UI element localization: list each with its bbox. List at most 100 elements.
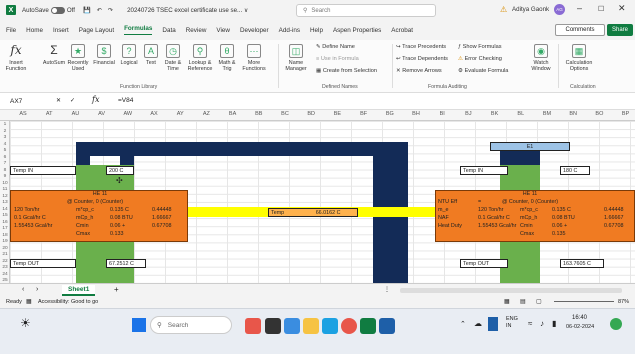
right-hx-cell[interactable]: mCp_h bbox=[520, 214, 537, 222]
left-hx-cell[interactable]: 0.67708 bbox=[152, 222, 172, 230]
column-header[interactable]: AV bbox=[89, 111, 115, 117]
column-header[interactable]: BL bbox=[508, 111, 534, 117]
row-header[interactable]: 14 bbox=[0, 207, 10, 212]
tab-review[interactable]: Review bbox=[186, 27, 207, 34]
tab-add-ins[interactable]: Add-ins bbox=[279, 27, 300, 34]
row-header[interactable]: 7 bbox=[0, 161, 10, 166]
insert-function-button[interactable]: fx Insert Function bbox=[4, 44, 28, 72]
column-header[interactable]: AU bbox=[62, 111, 88, 117]
tab-insert[interactable]: Insert bbox=[53, 27, 69, 34]
warning-icon[interactable]: ⚠ bbox=[500, 5, 507, 14]
row-header[interactable]: 16 bbox=[0, 220, 10, 225]
row-header[interactable]: 23 bbox=[0, 265, 10, 270]
column-header[interactable]: AS bbox=[10, 111, 36, 117]
watch-window-button[interactable]: ◉ Watch Window bbox=[528, 44, 554, 72]
column-header[interactable]: BB bbox=[246, 111, 272, 117]
define-name-button[interactable]: ✎ Define Name bbox=[316, 44, 355, 50]
tab-developer[interactable]: Developer bbox=[240, 27, 269, 34]
zoom-level[interactable]: 87% bbox=[618, 299, 629, 305]
row-header[interactable]: 19 bbox=[0, 239, 10, 244]
right-hx-cell[interactable]: NAF bbox=[438, 214, 449, 222]
tray-app-icon[interactable] bbox=[488, 317, 498, 331]
column-header[interactable]: BP bbox=[613, 111, 635, 117]
name-manager-button[interactable]: ◫ Name Manager bbox=[282, 44, 310, 72]
file-name[interactable]: 20240726 TSEC excel certificate use se..… bbox=[127, 7, 248, 14]
tab-page-layout[interactable]: Page Layout bbox=[79, 27, 114, 34]
left-hx-cell[interactable]: 120 Ton/hr bbox=[14, 206, 39, 214]
column-header[interactable]: BM bbox=[534, 111, 560, 117]
row-header[interactable]: 2 bbox=[0, 129, 10, 134]
right-hx-cell[interactable]: Cmax bbox=[520, 230, 534, 238]
next-sheet-icon[interactable]: › bbox=[36, 286, 38, 293]
text-button[interactable]: A Text bbox=[142, 44, 160, 66]
column-header[interactable]: AY bbox=[167, 111, 193, 117]
right-hx-cell[interactable]: m*cp_c bbox=[520, 206, 538, 214]
math-trig-button[interactable]: θ Math & Trig bbox=[216, 44, 238, 72]
recently-used-button[interactable]: ★ Recently Used bbox=[66, 44, 90, 72]
accessibility-status[interactable]: Accessibility: Good to go bbox=[38, 299, 98, 305]
row-header[interactable]: 1 bbox=[0, 122, 10, 127]
row-header[interactable]: 10 bbox=[0, 181, 10, 186]
column-header[interactable]: AW bbox=[115, 111, 141, 117]
add-sheet-icon[interactable]: + bbox=[114, 285, 119, 294]
column-header[interactable]: BG bbox=[377, 111, 403, 117]
clock-date[interactable]: 06-02-2024 bbox=[566, 324, 594, 330]
file-explorer-icon[interactable] bbox=[303, 318, 319, 334]
trace-precedents-button[interactable]: ↪ Trace Precedents bbox=[396, 44, 446, 50]
edge-icon[interactable] bbox=[322, 318, 338, 334]
search-box[interactable]: ⚲ Search bbox=[296, 4, 436, 17]
right-hx-cell[interactable]: Cmin bbox=[520, 222, 533, 230]
row-header[interactable]: 5 bbox=[0, 148, 10, 153]
clock-time[interactable]: 16:40 bbox=[572, 315, 587, 321]
tab-help[interactable]: Help bbox=[310, 27, 323, 34]
left-hx-cell[interactable]: 1.66667 bbox=[152, 214, 172, 222]
left-hx-cell[interactable]: 0.1 Gcal/hr C bbox=[14, 214, 46, 222]
row-header[interactable]: 21 bbox=[0, 252, 10, 257]
row-header[interactable]: 4 bbox=[0, 142, 10, 147]
column-header[interactable]: BK bbox=[482, 111, 508, 117]
left-hx-cell[interactable]: Cmin bbox=[76, 222, 89, 230]
right-temp-in-label[interactable]: Temp IN bbox=[460, 166, 508, 175]
sheet-tab-sheet1[interactable]: Sheet1 bbox=[62, 285, 96, 296]
zoom-slider[interactable] bbox=[554, 301, 614, 302]
row-header[interactable]: 11 bbox=[0, 187, 10, 192]
show-formulas-button[interactable]: ƒ Show Formulas bbox=[458, 44, 502, 50]
left-hx-cell[interactable]: 0.06 + bbox=[110, 222, 125, 230]
left-hx-cell[interactable]: m*cp_c bbox=[76, 206, 94, 214]
right-hx-cell[interactable]: 0.135 C bbox=[552, 206, 571, 214]
row-header[interactable]: 15 bbox=[0, 213, 10, 218]
trace-dependents-button[interactable]: ↩ Trace Dependents bbox=[396, 56, 448, 62]
column-header[interactable]: BJ bbox=[455, 111, 481, 117]
column-header[interactable]: BF bbox=[351, 111, 377, 117]
row-header[interactable]: 6 bbox=[0, 155, 10, 160]
cloud-icon[interactable]: ☁ bbox=[474, 319, 482, 328]
weather-icon[interactable]: ☀ bbox=[20, 316, 31, 330]
row-header[interactable]: 20 bbox=[0, 246, 10, 251]
right-temp-out-label[interactable]: Temp OUT bbox=[460, 259, 508, 268]
left-hx-cell[interactable]: 0.135 C bbox=[110, 206, 129, 214]
column-header[interactable]: AT bbox=[36, 111, 62, 117]
right-hx-cell[interactable]: 1.55453 Gcal/hr bbox=[478, 222, 516, 230]
calculation-options-button[interactable]: ▦ Calculation Options bbox=[562, 44, 596, 72]
column-header[interactable]: BO bbox=[586, 111, 612, 117]
macro-icon[interactable]: ▦ bbox=[26, 298, 32, 305]
remove-arrows-button[interactable]: ✕ Remove Arrows bbox=[396, 68, 442, 74]
row-header[interactable]: 8 bbox=[0, 168, 10, 173]
undo-icon[interactable]: ↶ bbox=[97, 7, 102, 14]
normal-view-icon[interactable]: ▦ bbox=[504, 298, 510, 305]
middle-temp-cell[interactable]: Temp 66.0162 C bbox=[268, 208, 358, 217]
tab-aspen-properties[interactable]: Aspen Properties bbox=[333, 27, 381, 34]
app-icon-1[interactable] bbox=[245, 318, 261, 334]
column-header[interactable]: AX bbox=[141, 111, 167, 117]
left-hx-cell[interactable]: 0.133 bbox=[110, 230, 124, 238]
column-header[interactable]: BA bbox=[220, 111, 246, 117]
column-header[interactable]: BN bbox=[560, 111, 586, 117]
left-hx-cell[interactable]: Cmax bbox=[76, 230, 90, 238]
user-name[interactable]: Aditya Gaonk bbox=[512, 6, 549, 13]
prev-sheet-icon[interactable]: ‹ bbox=[22, 286, 24, 293]
chevron-up-icon[interactable]: ⌃ bbox=[460, 320, 466, 328]
left-hx-cell[interactable]: mCp_h bbox=[76, 214, 93, 222]
right-top-label[interactable]: E1 bbox=[490, 142, 570, 151]
error-checking-button[interactable]: ⚠ Error Checking bbox=[458, 56, 502, 62]
right-hx-cell[interactable]: 1.66667 bbox=[604, 214, 624, 222]
